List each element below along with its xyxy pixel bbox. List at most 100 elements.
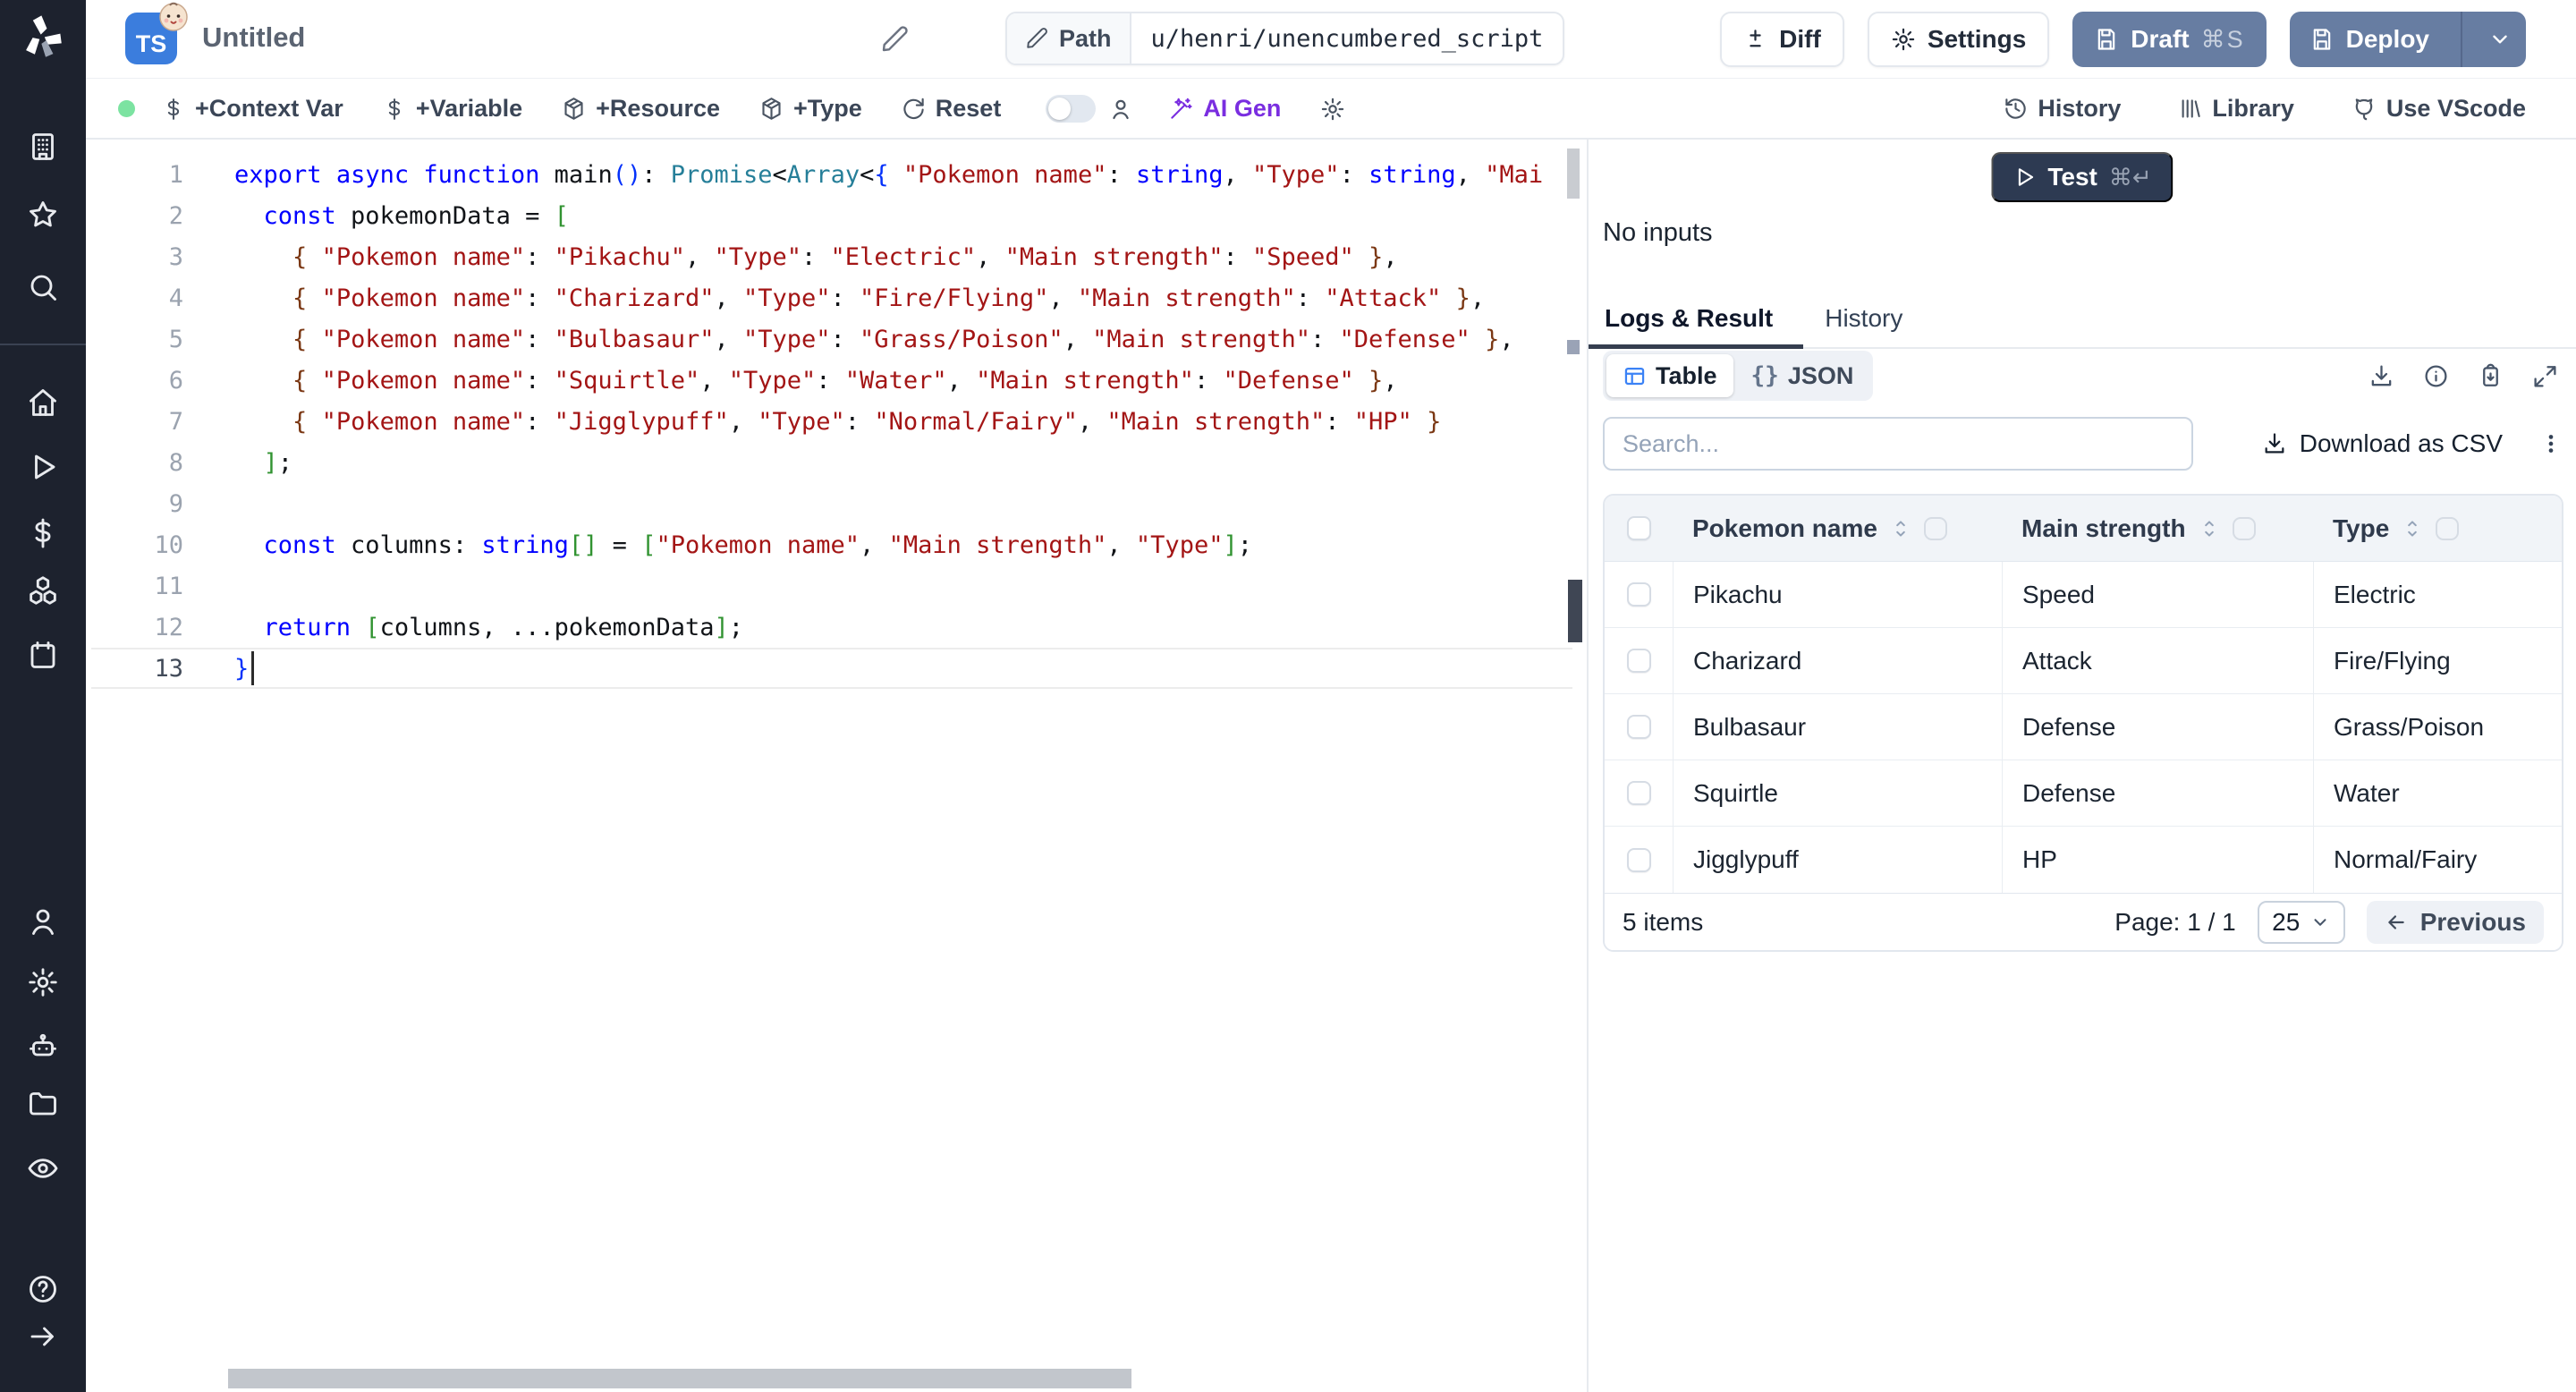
edit-summary-pencil-icon[interactable] — [880, 25, 909, 54]
tab-history[interactable]: History — [1825, 304, 1902, 333]
row-checkbox[interactable] — [1626, 649, 1651, 673]
path-field[interactable]: Path u/henri/unencumbered_script — [1005, 12, 1565, 65]
ai-gen-button[interactable]: AI Gen — [1169, 95, 1281, 123]
code-line[interactable]: 12 return [columns, ...pokemonData]; — [86, 607, 743, 648]
copy-clipboard-icon[interactable] — [2478, 363, 2504, 389]
code-line[interactable]: 9 — [86, 483, 234, 524]
settings-button[interactable]: Settings — [1867, 12, 2050, 67]
reset-button[interactable]: Reset — [902, 95, 1001, 123]
add-type-button[interactable]: +Type — [759, 95, 862, 123]
column-header[interactable]: Main strength — [2002, 496, 2313, 561]
path-value[interactable]: u/henri/unencumbered_script — [1131, 13, 1563, 64]
test-button[interactable]: Test ⌘↵ — [1991, 152, 2174, 202]
person-icon[interactable] — [27, 905, 59, 938]
page-size-select[interactable]: 25 — [2257, 900, 2345, 944]
code-line[interactable]: 10 const columns: string[] = ["Pokemon n… — [86, 524, 1252, 565]
code-text: { "Pokemon name": "Charizard", "Type": "… — [292, 284, 1486, 312]
row-checkbox[interactable] — [1626, 582, 1651, 607]
table-cell: HP — [2002, 827, 2313, 893]
previous-page-button[interactable]: Previous — [2366, 900, 2544, 944]
history-button[interactable]: History — [2004, 95, 2121, 123]
code-text: } — [234, 654, 250, 683]
column-toggle[interactable] — [2232, 516, 2256, 540]
download-icon — [2265, 433, 2284, 454]
column-header[interactable]: Type — [2313, 496, 2562, 561]
info-icon[interactable] — [2423, 363, 2449, 389]
horizontal-scrollbar[interactable] — [228, 1369, 1131, 1388]
table-cell: Bulbasaur — [1673, 694, 2002, 760]
download-as-csv-button[interactable]: Download as CSV — [2262, 429, 2503, 458]
add-context-var-button[interactable]: +Context Var — [162, 95, 343, 123]
code-text: const pokemonData = [ — [263, 201, 569, 230]
table-row[interactable]: Charizard Attack Fire/Flying — [1605, 628, 2562, 694]
view-toggle-json[interactable]: {} JSON — [1735, 354, 1870, 397]
folder-icon[interactable] — [27, 1087, 59, 1119]
arrow-right-icon[interactable] — [27, 1320, 59, 1353]
code-line[interactable]: 3 { "Pokemon name": "Pikachu", "Type": "… — [86, 236, 1398, 277]
add-variable-button[interactable]: +Variable — [383, 95, 522, 123]
table-row[interactable]: Bulbasaur Defense Grass/Poison — [1605, 694, 2562, 760]
vertical-scrollbar-thumb[interactable] — [1568, 580, 1582, 642]
select-all-checkbox[interactable] — [1626, 516, 1651, 540]
row-checkbox[interactable] — [1626, 715, 1651, 739]
play-icon[interactable] — [27, 451, 59, 483]
building-icon[interactable] — [27, 131, 59, 163]
braces-icon: {} — [1750, 362, 1779, 389]
tab-logs-result[interactable]: Logs & Result — [1605, 304, 1773, 333]
line-number: 1 — [168, 160, 183, 189]
path-label: Path — [1059, 24, 1112, 52]
use-vscode-button[interactable]: Use VScode — [2351, 95, 2526, 123]
boxes-icon[interactable] — [27, 574, 59, 607]
diff-button[interactable]: Diff — [1720, 12, 1844, 67]
download-result-icon[interactable] — [2368, 363, 2394, 389]
diff-mode-toggle[interactable] — [1046, 95, 1097, 123]
code-line[interactable]: 7 { "Pokemon name": "Jigglypuff", "Type"… — [86, 401, 1442, 442]
result-search-input[interactable] — [1603, 417, 2193, 471]
deploy-dropdown-button[interactable] — [2474, 28, 2526, 51]
code-editor[interactable]: 1 export async function main(): Promise<A… — [86, 140, 1587, 1392]
line-number: 3 — [168, 242, 183, 271]
add-resource-button[interactable]: +Resource — [562, 95, 720, 123]
column-toggle[interactable] — [1923, 516, 1947, 540]
code-line[interactable]: 5 { "Pokemon name": "Bulbasaur", "Type":… — [86, 318, 1514, 360]
gear-icon[interactable] — [27, 966, 59, 998]
code-line[interactable]: 1 export async function main(): Promise<A… — [86, 154, 1543, 195]
dollar-icon[interactable] — [27, 517, 59, 549]
row-checkbox[interactable] — [1626, 781, 1651, 805]
line-number: 5 — [168, 325, 183, 353]
expand-icon[interactable] — [2532, 363, 2558, 389]
library-icon — [2182, 99, 2201, 118]
search-icon[interactable] — [27, 271, 59, 303]
windmill-logo[interactable] — [18, 11, 68, 61]
robot-icon[interactable] — [27, 1031, 59, 1063]
calendar-icon[interactable] — [27, 639, 59, 671]
table-row[interactable]: Pikachu Speed Electric — [1605, 562, 2562, 628]
view-toggle-table[interactable]: Table — [1606, 354, 1733, 397]
refresh-icon — [903, 98, 924, 120]
deploy-button[interactable]: Deploy — [2289, 12, 2526, 67]
save-draft-button[interactable]: Draft ⌘S — [2072, 12, 2267, 67]
star-icon[interactable] — [27, 199, 59, 231]
table-row[interactable]: Squirtle Defense Water — [1605, 760, 2562, 827]
eye-icon[interactable] — [27, 1152, 59, 1184]
editor-settings-gear-icon[interactable] — [1320, 97, 1345, 122]
save-icon — [2313, 29, 2330, 50]
table-cell: Water — [2313, 760, 2562, 826]
code-text: { "Pokemon name": "Squirtle", "Type": "W… — [292, 366, 1398, 395]
code-line[interactable]: 6 { "Pokemon name": "Squirtle", "Type": … — [86, 360, 1398, 401]
code-line[interactable]: 11 — [86, 565, 234, 607]
user-icon[interactable] — [1108, 97, 1133, 122]
library-button[interactable]: Library — [2178, 95, 2294, 123]
code-line[interactable]: 2 const pokemonData = [ — [86, 195, 569, 236]
row-checkbox[interactable] — [1626, 847, 1651, 872]
code-line[interactable]: 13} — [86, 648, 249, 689]
help-circle-icon[interactable] — [27, 1273, 59, 1305]
code-line[interactable]: 4 { "Pokemon name": "Charizard", "Type":… — [86, 277, 1485, 318]
more-options-kebab-icon[interactable] — [2538, 431, 2563, 456]
code-text: const columns: string[] = ["Pokemon name… — [263, 530, 1252, 559]
table-row[interactable]: Jigglypuff HP Normal/Fairy — [1605, 827, 2562, 893]
home-icon[interactable] — [27, 386, 59, 419]
code-line[interactable]: 8 ]; — [86, 442, 292, 483]
column-toggle[interactable] — [2436, 516, 2460, 540]
column-header[interactable]: Pokemon name — [1673, 496, 2002, 561]
